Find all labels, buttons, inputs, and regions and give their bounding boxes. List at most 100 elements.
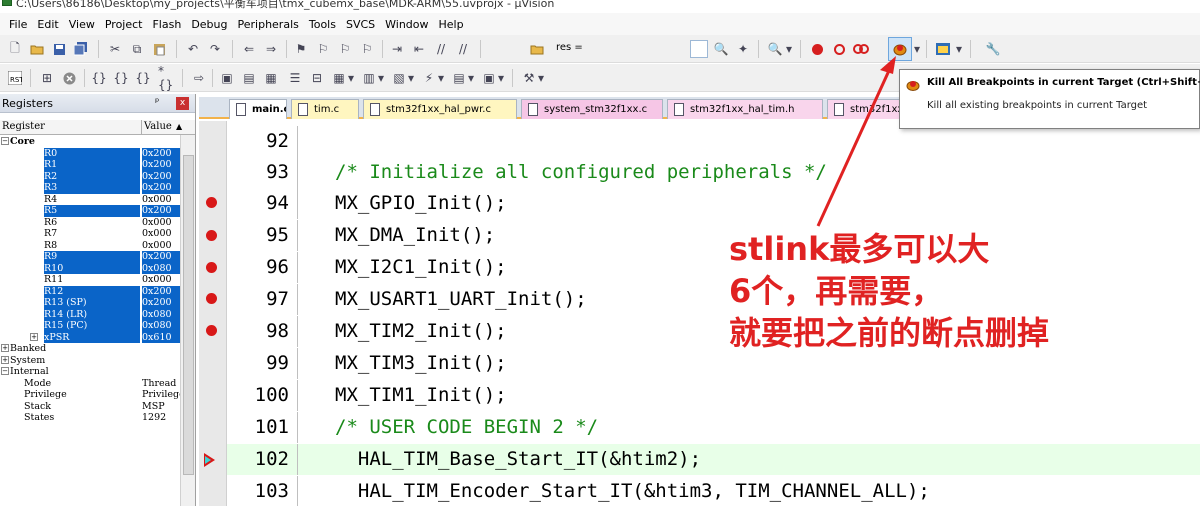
menu-file[interactable]: File — [4, 18, 32, 31]
menu-view[interactable]: View — [64, 18, 100, 31]
prev-bookmark-icon[interactable]: ⚐ — [314, 40, 332, 58]
step-into-icon[interactable]: {} — [90, 69, 108, 87]
column-register[interactable]: Register — [2, 121, 45, 132]
register-row[interactable]: R7 0x000 — [0, 228, 180, 240]
registers-scrollbar[interactable] — [180, 135, 195, 506]
code-line[interactable]: 98 MX_TIM2_Init(); — [227, 316, 1200, 347]
column-value[interactable]: Value — [144, 121, 172, 132]
tab-stm32f1xx-hal-pwr-c[interactable]: stm32f1xx_hal_pwr.c — [363, 99, 517, 119]
register-row[interactable]: R4 0x000 — [0, 194, 180, 206]
breakpoint-gutter[interactable] — [199, 121, 227, 506]
collapse-icon[interactable]: − — [1, 137, 9, 145]
collapse-icon[interactable]: − — [1, 367, 9, 375]
code-line[interactable]: 101/* USER CODE BEGIN 2 */ — [227, 412, 1200, 443]
menu-flash[interactable]: Flash — [147, 18, 186, 31]
register-row[interactable]: R6 0x000 — [0, 217, 180, 229]
scrollbar-thumb[interactable] — [183, 155, 194, 475]
chevron-down-icon[interactable]: ▾ — [784, 40, 794, 58]
menu-peripherals[interactable]: Peripherals — [233, 18, 304, 31]
menu-tools[interactable]: Tools — [304, 18, 341, 31]
reset-icon[interactable]: RST — [6, 69, 24, 87]
step-over-icon[interactable]: {} — [112, 69, 130, 87]
nav-back-icon[interactable]: ⇐ — [240, 40, 258, 58]
register-row[interactable]: Stack MSP — [0, 401, 180, 413]
undo-icon[interactable]: ↶ — [184, 40, 202, 58]
insert-breakpoint-icon[interactable] — [808, 40, 826, 58]
scroll-up-icon[interactable]: ▲ — [176, 122, 182, 131]
tab-stm32f1xx-hal-tim-h[interactable]: stm32f1xx_hal_tim.h — [667, 99, 823, 119]
disassembly-window-icon[interactable]: ▤ — [240, 69, 258, 87]
redo-icon[interactable]: ↷ — [206, 40, 224, 58]
register-row[interactable]: R9 0x200 — [0, 251, 180, 263]
register-group-system[interactable]: + System — [0, 355, 180, 367]
clear-bookmarks-icon[interactable]: ⚐ — [358, 40, 376, 58]
expand-icon[interactable]: + — [30, 332, 38, 341]
chevron-down-icon[interactable]: ▾ — [536, 69, 546, 87]
symbols-window-icon[interactable]: ▦ — [262, 69, 280, 87]
stop-icon[interactable] — [60, 69, 78, 87]
save-icon[interactable] — [50, 40, 68, 58]
configure-icon[interactable]: 🔧 — [984, 40, 1002, 58]
code-line[interactable]: 99 MX_TIM3_Init(); — [227, 348, 1200, 379]
register-row[interactable]: States 1292 — [0, 412, 180, 424]
chevron-down-icon[interactable]: ▾ — [406, 69, 416, 87]
menu-help[interactable]: Help — [434, 18, 469, 31]
next-bookmark-icon[interactable]: ⚐ — [336, 40, 354, 58]
expand-icon[interactable]: + — [1, 344, 9, 352]
register-row[interactable]: R10 0x080 — [0, 262, 180, 274]
command-window-icon[interactable]: ▣ — [218, 69, 236, 87]
code-line[interactable]: 92 — [227, 126, 1200, 157]
code-line[interactable]: 94 MX_GPIO_Init(); — [227, 188, 1200, 219]
find-dropdown[interactable] — [690, 40, 708, 58]
chevron-down-icon[interactable]: ▾ — [436, 69, 446, 87]
expand-icon[interactable]: + — [1, 355, 9, 364]
uncomment-icon[interactable]: // — [454, 40, 472, 58]
breakpoint-marker[interactable] — [206, 262, 217, 273]
nav-forward-icon[interactable]: ⇒ — [262, 40, 280, 58]
open-folder-icon[interactable] — [28, 40, 46, 58]
register-group-internal[interactable]: − Internal — [0, 366, 180, 378]
pin-icon[interactable]: ᵖ — [155, 97, 159, 108]
code-line[interactable]: 95 MX_DMA_Init(); — [227, 220, 1200, 251]
register-row[interactable]: R5 0x200 — [0, 205, 180, 217]
run-to-cursor-icon[interactable]: *{} — [158, 64, 176, 92]
register-row[interactable]: R11 0x000 — [0, 274, 180, 286]
find-in-files-icon[interactable] — [528, 40, 546, 58]
code-line[interactable]: 100 MX_TIM1_Init(); — [227, 380, 1200, 411]
show-next-statement-icon[interactable]: ⇨ — [190, 69, 208, 87]
register-row[interactable]: R15 (PC) 0x080 — [0, 320, 180, 332]
code-line[interactable]: 93/* Initialize all configured periphera… — [227, 157, 1200, 188]
chevron-down-icon[interactable]: ▾ — [376, 69, 386, 87]
start-debug-icon[interactable]: 🔍 — [766, 40, 784, 58]
comment-icon[interactable]: // — [432, 40, 450, 58]
column-divider[interactable] — [141, 120, 142, 135]
tab-main-c[interactable]: main.c — [229, 99, 287, 119]
register-row[interactable]: Mode Thread — [0, 378, 180, 390]
menu-window[interactable]: Window — [380, 18, 433, 31]
menu-debug[interactable]: Debug — [186, 18, 232, 31]
register-group-core[interactable]: − Core — [0, 136, 180, 148]
register-row[interactable]: R1 0x200 — [0, 159, 180, 171]
register-row[interactable]: R14 (LR) 0x080 — [0, 308, 180, 320]
chevron-down-icon[interactable]: ▾ — [466, 69, 476, 87]
save-all-icon[interactable] — [72, 40, 90, 58]
chevron-down-icon[interactable]: ▾ — [912, 40, 922, 58]
code-editor[interactable]: 92 93/* Initialize all configured periph… — [199, 121, 1200, 506]
register-row[interactable]: R2 0x200 — [0, 170, 180, 182]
cut-icon[interactable]: ✂ — [106, 40, 124, 58]
find-input-value[interactable]: res = — [556, 42, 583, 53]
copy-icon[interactable]: ⧉ — [128, 40, 146, 58]
code-line[interactable]: 97 MX_USART1_UART_Init(); — [227, 284, 1200, 315]
window-layout-icon[interactable] — [934, 40, 952, 58]
register-row[interactable]: PrivilegePrivileged — [0, 389, 180, 401]
indent-icon[interactable]: ⇥ — [388, 40, 406, 58]
breakpoint-marker[interactable] — [206, 325, 217, 336]
code-line-current[interactable]: 102 HAL_TIM_Base_Start_IT(&htim2); — [227, 444, 1200, 475]
tab-stm32f1xx-truncated[interactable]: stm32f1xx — [827, 99, 907, 119]
registers-window-icon[interactable]: ☰ — [286, 69, 304, 87]
step-out-icon[interactable]: {} — [134, 69, 152, 87]
chevron-down-icon[interactable]: ▾ — [346, 69, 356, 87]
paste-icon[interactable] — [150, 40, 168, 58]
debug-session-icon[interactable]: ✦ — [734, 40, 752, 58]
menu-svcs[interactable]: SVCS — [341, 18, 380, 31]
